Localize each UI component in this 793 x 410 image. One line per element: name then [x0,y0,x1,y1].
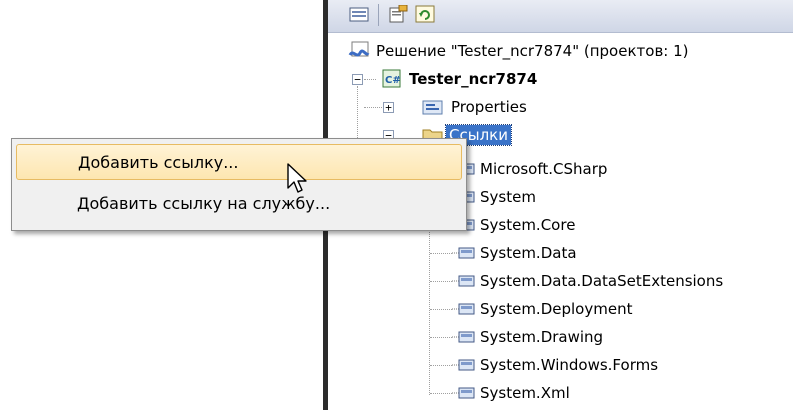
solution-explorer-toolbar [328,0,793,33]
tree-line [430,253,452,254]
show-all-files-button[interactable] [346,2,372,26]
reference-item[interactable]: System.Windows.Forms [452,352,658,378]
tree-node-solution[interactable]: Решение "Tester_ncr7874" (проектов: 1) [348,38,692,64]
reference-label: Microsoft.CSharp [480,160,608,178]
tree-line [430,393,452,394]
reference-label: System.Drawing [480,328,604,346]
reference-label: System.Data.DataSetExtensions [480,272,724,290]
properties-folder-icon [422,100,443,115]
reference-label: System [480,188,536,206]
project-label: Tester_ncr7874 [409,70,538,88]
csharp-project-icon: C# [382,69,401,88]
reference-item[interactable]: System.Data.DataSetExtensions [452,268,723,294]
reference-item[interactable]: System.Data [452,240,577,266]
tree-line [430,365,452,366]
reference-item[interactable]: System.Core [452,212,575,238]
properties-expander[interactable]: + [383,102,394,113]
menu-item-add-reference[interactable]: Добавить ссылку... [16,144,462,180]
properties-label: Properties [451,98,527,116]
tree-line [430,281,452,282]
toolbar-separator [378,4,379,26]
project-expander[interactable]: − [352,74,363,85]
tree-node-properties[interactable]: Properties [422,94,530,120]
reference-icon [452,245,476,261]
properties-icon [389,5,408,23]
refresh-button[interactable] [412,2,438,26]
reference-label: System.Core [480,216,576,234]
reference-icon [452,273,476,289]
reference-item[interactable]: System.Xml [452,380,570,406]
reference-label: System.Xml [480,384,570,402]
tree-line [364,79,376,80]
menu-item-label: Добавить ссылку... [78,152,239,172]
context-menu: Добавить ссылку... Добавить ссылку на сл… [11,138,467,231]
reference-item[interactable]: System.Deployment [452,296,632,322]
properties-button[interactable] [385,2,411,26]
reference-label: System.Windows.Forms [480,356,659,374]
reference-item[interactable]: System.Drawing [452,324,603,350]
tree-line [430,309,452,310]
reference-label: System.Data [480,244,577,262]
tree-line [430,337,452,338]
reference-icon [452,329,476,345]
menu-item-add-service-reference[interactable]: Добавить ссылку на службу... [16,185,462,221]
solution-icon [348,41,370,57]
tree-node-project[interactable]: C# Tester_ncr7874 [380,66,540,92]
show-all-files-icon [349,7,369,22]
tree-line [364,107,382,108]
svg-text:C#: C# [385,75,401,86]
refresh-icon [415,5,435,23]
reference-label: System.Deployment [480,300,633,318]
reference-icon [452,301,476,317]
reference-icon [452,357,476,373]
mouse-cursor-icon [287,163,307,193]
solution-label: Решение "Tester_ncr7874" (проектов: 1) [376,42,689,60]
reference-icon [452,385,476,401]
reference-item[interactable]: Microsoft.CSharp [452,156,607,182]
tree-line [357,86,358,138]
